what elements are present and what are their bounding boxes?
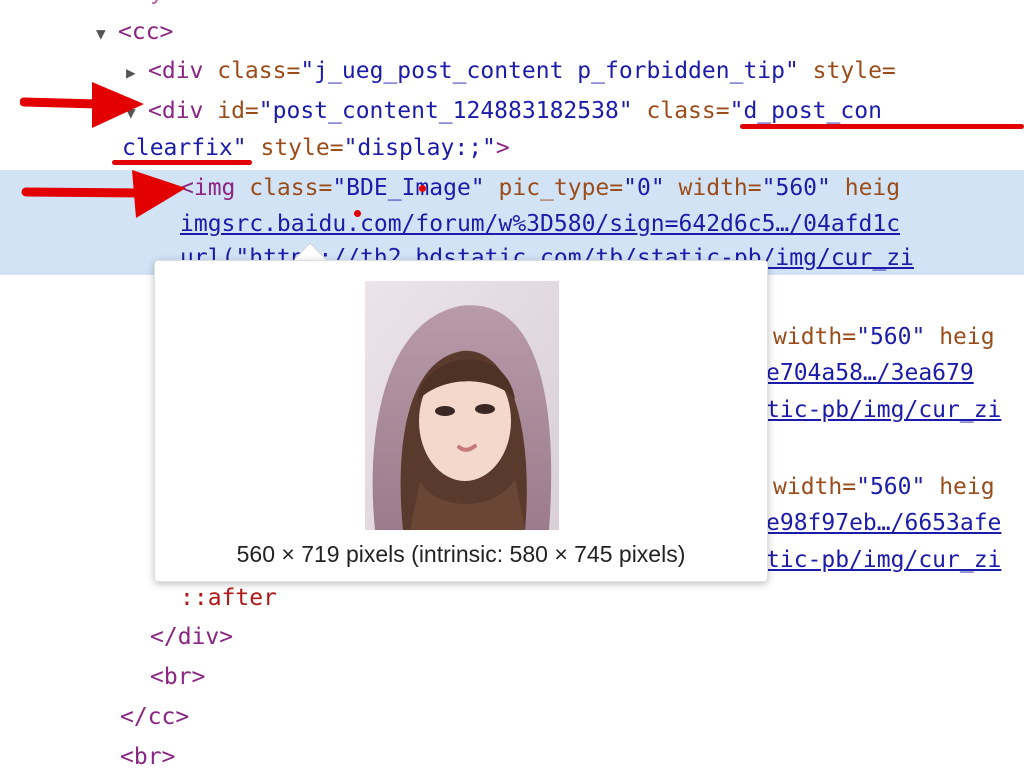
- img-2-url-link[interactable]: tic-pb/img/cur_zi: [766, 397, 1001, 423]
- dom-node-div-forbidden-tip[interactable]: ▶ <div class="j_ueg_post_content p_forbid…: [126, 51, 896, 91]
- annotation-arrow-icon: [20, 82, 144, 128]
- dom-node-br-2[interactable]: <br>: [120, 737, 175, 777]
- dom-node-cc-close[interactable]: </cc>: [120, 697, 189, 737]
- img-2-link-line: e704a58…/3ea679: [766, 353, 974, 393]
- dom-node-img-3[interactable]: width="560" heig: [773, 467, 995, 507]
- dom-node-img-2[interactable]: width="560" heig: [773, 317, 995, 357]
- annotation-arrow-icon: [21, 170, 186, 218]
- popup-pointer: [294, 244, 326, 260]
- partial-top-line: y: [150, 0, 164, 12]
- image-preview-thumbnail: [365, 281, 559, 530]
- dom-node-after[interactable]: ::after: [180, 578, 277, 618]
- dom-node-cc[interactable]: ▼ <cc>: [96, 12, 173, 52]
- img-2-url-line: tic-pb/img/cur_zi: [766, 390, 1001, 430]
- dom-node-br-1[interactable]: <br>: [150, 657, 205, 697]
- annotation-dot: [354, 210, 361, 217]
- image-preview-tooltip: 560 × 719 pixels (intrinsic: 580 × 745 p…: [154, 260, 768, 582]
- img-src-link[interactable]: imgsrc.baidu.com/forum/w%3D580/sign=642d…: [180, 211, 900, 237]
- dom-node-img-selected[interactable]: <img class="BDE_Image" pic_type="0" widt…: [180, 168, 900, 208]
- img-3-url-link[interactable]: tic-pb/img/cur_zi: [766, 547, 1001, 573]
- img-3-url-line: tic-pb/img/cur_zi: [766, 540, 1001, 580]
- img-2-src-link[interactable]: e704a58…/3ea679: [766, 360, 974, 386]
- annotation-dot: [419, 185, 426, 192]
- dom-node-div-close[interactable]: </div>: [150, 617, 233, 657]
- image-dimensions-caption: 560 × 719 pixels (intrinsic: 580 × 745 p…: [236, 541, 686, 567]
- img-3-link-line: e98f97eb…/6653afe: [766, 503, 1001, 543]
- annotation-underline-class: [740, 124, 1024, 129]
- expand-triangle-icon[interactable]: ▼: [96, 14, 118, 54]
- img-3-src-link[interactable]: e98f97eb…/6653afe: [766, 510, 1001, 536]
